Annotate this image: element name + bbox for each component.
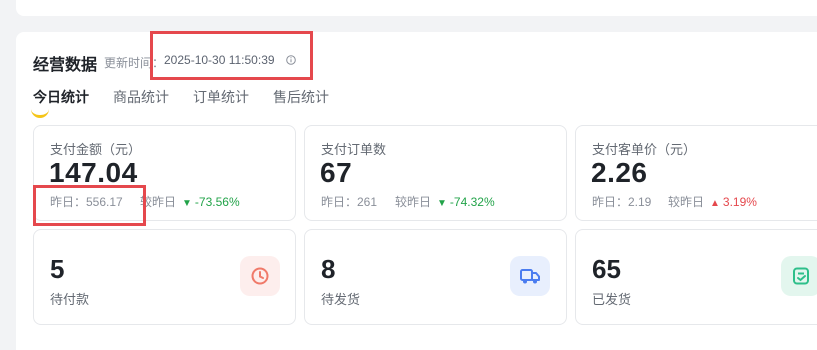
- order-status-label: 待发货: [321, 292, 361, 307]
- compare-yesterday: 较昨日 ▼ -73.56%: [140, 193, 240, 210]
- highlight-box-update-time: [150, 31, 313, 80]
- tab-products[interactable]: 商品统计: [113, 87, 169, 107]
- stat-card-order-count: 支付订单数 67 昨日：261 较昨日 ▼ -74.32%: [304, 125, 567, 221]
- up-arrow-icon: ▲: [710, 198, 720, 209]
- stat-label: 支付订单数: [321, 142, 387, 157]
- order-count: 5: [50, 254, 65, 284]
- compare-yesterday: 较昨日 ▲ 3.19%: [668, 193, 757, 210]
- compare-label: 较昨日: [668, 195, 705, 209]
- highlight-box-yesterday: [33, 185, 146, 226]
- down-arrow-icon: ▼: [437, 198, 447, 209]
- top-panel: [16, 0, 817, 16]
- stat-label: 支付客单价（元）: [592, 142, 697, 157]
- order-status-label: 已发货: [592, 292, 632, 307]
- change-percent: -74.32%: [449, 195, 495, 209]
- stat-value: 67: [320, 157, 353, 188]
- change-percent: -73.56%: [194, 195, 240, 209]
- stats-tabs: 今日统计 商品统计 订单统计 售后统计: [16, 87, 416, 117]
- compare-yesterday: 较昨日 ▼ -74.32%: [395, 193, 495, 210]
- compare-label: 较昨日: [395, 195, 432, 209]
- tab-orders[interactable]: 订单统计: [193, 87, 249, 107]
- down-arrow-icon: ▼: [182, 198, 192, 209]
- stat-value: 2.26: [591, 157, 648, 188]
- yesterday-value: 昨日：2.19: [592, 195, 652, 209]
- yesterday-value: 昨日：261: [321, 195, 378, 209]
- order-card-pending-payment[interactable]: 5 待付款: [33, 229, 296, 325]
- order-card-shipped[interactable]: 65 已发货: [575, 229, 817, 325]
- order-card-pending-shipment[interactable]: 8 待发货: [304, 229, 567, 325]
- truck-icon: [510, 256, 550, 296]
- stat-label: 支付金额（元）: [50, 142, 142, 157]
- order-status-label: 待付款: [50, 292, 90, 307]
- change-percent: 3.19%: [722, 195, 757, 209]
- order-count: 65: [592, 254, 621, 284]
- order-count: 8: [321, 254, 336, 284]
- section-title: 经营数据: [33, 57, 98, 74]
- clock-icon: [240, 256, 280, 296]
- stat-card-avg-order-value: 支付客单价（元） 2.26 昨日：2.19 较昨日 ▲ 3.19%: [575, 125, 817, 221]
- tab-today[interactable]: 今日统计: [33, 87, 89, 107]
- receipt-icon: [781, 256, 817, 296]
- tab-after-sales[interactable]: 售后统计: [273, 87, 329, 107]
